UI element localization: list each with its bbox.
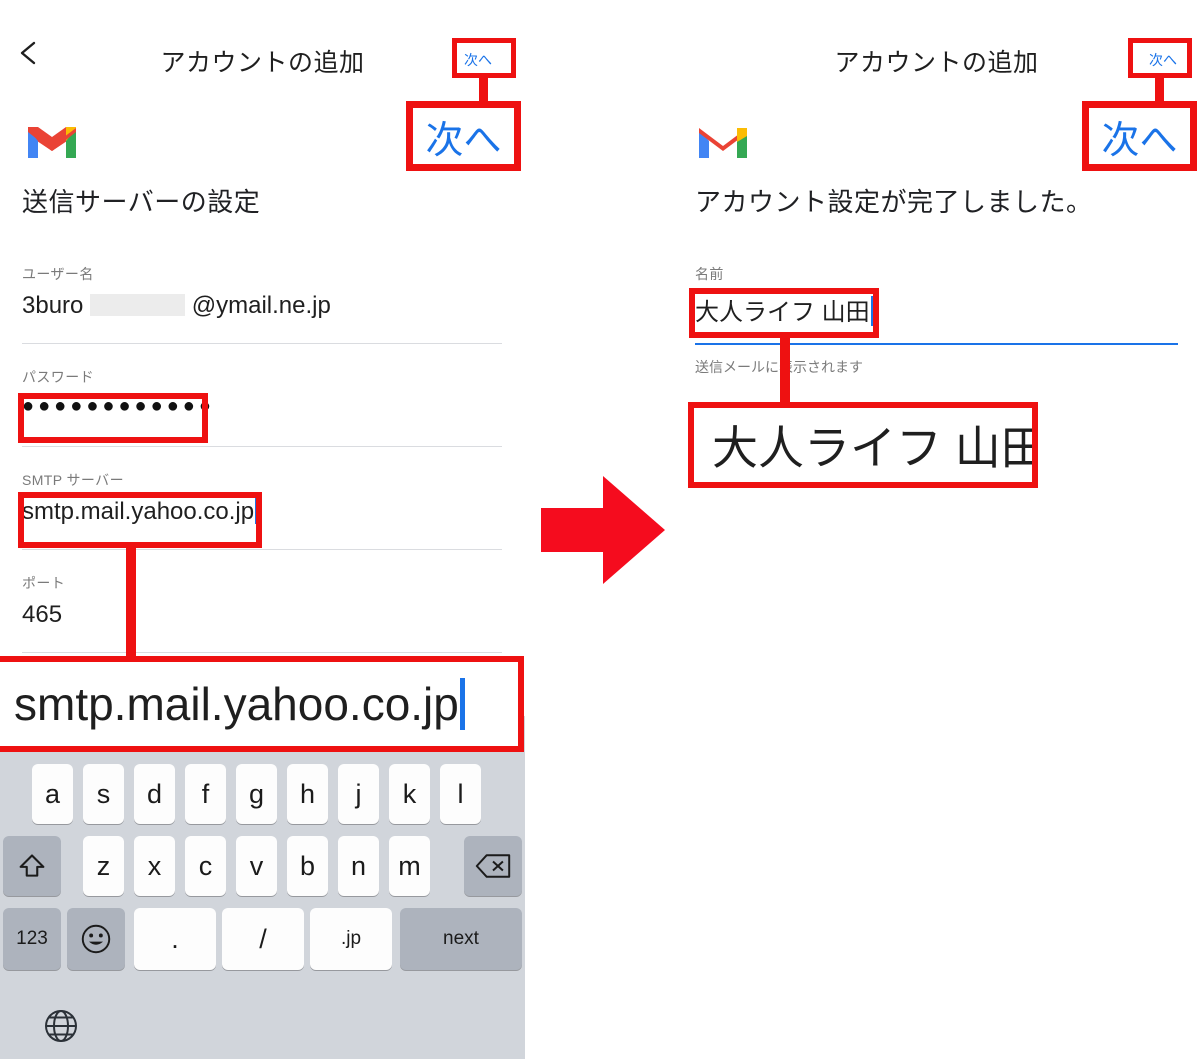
password-label: パスワード xyxy=(22,369,94,385)
key-h[interactable]: h xyxy=(287,764,328,824)
key-h-label: h xyxy=(299,778,316,809)
page-title: アカウントの追加 xyxy=(834,49,1039,77)
key-n[interactable]: n xyxy=(338,836,379,896)
gmail-logo xyxy=(24,120,80,162)
key-j-label: j xyxy=(355,778,362,809)
username-suffix: @ymail.ne.jp xyxy=(191,292,331,319)
key-n-label: n xyxy=(350,850,367,881)
annotation-connector xyxy=(479,74,488,104)
field-divider xyxy=(22,549,502,550)
key-backspace[interactable] xyxy=(464,836,522,896)
port-label: ポート xyxy=(22,575,66,591)
key-g-label: g xyxy=(248,778,265,809)
annotation-zoom-name: 大人ライフ 山田 xyxy=(688,402,1038,488)
name-helper-text: 送信メールに表示されます xyxy=(695,359,863,375)
port-field[interactable]: ポート 465 xyxy=(22,573,502,631)
annotation-box-name xyxy=(689,288,879,338)
key-b[interactable]: b xyxy=(287,836,328,896)
key-dotjp-label: .jp xyxy=(340,928,362,949)
key-m-label: m xyxy=(398,850,421,881)
gmail-logo xyxy=(695,120,751,162)
key-d-label: d xyxy=(146,778,163,809)
key-z-label: z xyxy=(96,850,111,881)
key-shift[interactable] xyxy=(3,836,61,896)
key-j[interactable]: j xyxy=(338,764,379,824)
key-m[interactable]: m xyxy=(389,836,430,896)
name-label: 名前 xyxy=(695,266,724,282)
annotation-box-next-small xyxy=(1128,38,1192,78)
annotation-zoom-name-text: 大人ライフ 山田 xyxy=(712,422,1038,474)
field-divider xyxy=(22,652,502,653)
key-period-label: . xyxy=(171,923,179,954)
page-title: アカウントの追加 xyxy=(160,49,365,77)
annotation-zoom-smtp: smtp.mail.yahoo.co.jp xyxy=(0,656,524,752)
username-label: ユーザー名 xyxy=(22,266,94,282)
key-x-label: x xyxy=(147,850,162,881)
username-field[interactable]: ユーザー名 3buro @ymail.ne.jp xyxy=(22,264,502,322)
key-next[interactable]: next xyxy=(400,908,522,970)
port-value: 465 xyxy=(22,601,63,628)
annotation-box-next-small xyxy=(452,38,516,78)
annotation-zoom-next: 次へ xyxy=(1082,101,1197,171)
annotation-zoom-next: 次へ xyxy=(406,101,521,171)
right-navbar: アカウントの追加 次へ xyxy=(673,0,1200,86)
key-g[interactable]: g xyxy=(236,764,277,824)
right-screen: アカウントの追加 次へ アカウント設定が完了しました。 名前 大人ライフ 山田 … xyxy=(673,0,1200,1059)
annotation-connector xyxy=(126,546,136,660)
redaction-block xyxy=(90,294,186,316)
field-divider xyxy=(22,446,502,447)
key-k-label: k xyxy=(402,778,417,809)
key-x[interactable]: x xyxy=(134,836,175,896)
key-l-label: l xyxy=(457,778,464,809)
key-f-label: f xyxy=(201,778,210,809)
key-d[interactable]: d xyxy=(134,764,175,824)
key-emoji[interactable] xyxy=(67,908,125,970)
key-next-label: next xyxy=(443,928,479,949)
left-navbar: アカウントの追加 次へ xyxy=(0,0,525,86)
left-heading: 送信サーバーの設定 xyxy=(22,187,261,217)
key-z[interactable]: z xyxy=(83,836,124,896)
left-screen: アカウントの追加 次へ 送信サーバーの設定 ユーザー名 3buro @ymail… xyxy=(0,0,525,1059)
key-a-label: a xyxy=(44,778,61,809)
field-underline-active xyxy=(695,343,1178,345)
annotation-zoom-smtp-text: smtp.mail.yahoo.co.jp xyxy=(14,678,459,730)
right-arrow-icon xyxy=(541,468,665,592)
key-b-label: b xyxy=(299,850,316,881)
key-v[interactable]: v xyxy=(236,836,277,896)
english-keyboard[interactable]: a s d f g h j k l z x c v b nm 123. / .jp next xyxy=(0,694,525,1059)
annotation-connector xyxy=(780,336,790,404)
annotation-box-password xyxy=(18,393,208,443)
key-s[interactable]: s xyxy=(83,764,124,824)
annotation-box-smtp xyxy=(18,492,262,548)
key-123[interactable]: 123 xyxy=(3,908,61,970)
key-c[interactable]: c xyxy=(185,836,226,896)
text-caret xyxy=(459,678,465,730)
key-slash[interactable]: / xyxy=(222,908,304,970)
key-k[interactable]: k xyxy=(389,764,430,824)
right-heading: アカウント設定が完了しました。 xyxy=(695,187,1093,217)
key-f[interactable]: f xyxy=(185,764,226,824)
key-l[interactable]: l xyxy=(440,764,481,824)
screenshot-root: アカウントの追加 次へ 送信サーバーの設定 ユーザー名 3buro @ymail… xyxy=(0,0,1200,1059)
key-dotjp[interactable]: .jp xyxy=(310,908,392,970)
globe-icon[interactable] xyxy=(44,1009,78,1043)
username-value: 3buro @ymail.ne.jp xyxy=(22,292,502,322)
smtp-server-label: SMTP サーバー xyxy=(22,472,124,488)
key-s-label: s xyxy=(96,778,111,809)
key-v-label: v xyxy=(249,850,264,881)
key-a[interactable]: a xyxy=(32,764,73,824)
key-period[interactable]: . xyxy=(134,908,216,970)
key-c-label: c xyxy=(198,850,213,881)
annotation-connector xyxy=(1155,74,1164,104)
key-123-label: 123 xyxy=(16,928,48,949)
key-slash-label: / xyxy=(259,923,267,954)
field-divider xyxy=(22,343,502,344)
username-prefix: 3buro xyxy=(22,292,84,319)
